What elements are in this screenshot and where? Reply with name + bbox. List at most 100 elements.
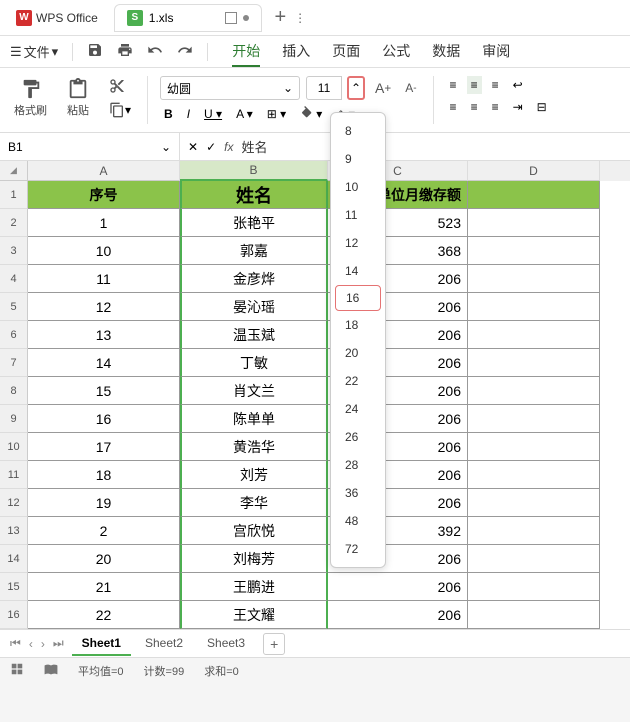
- cell[interactable]: 序号: [28, 181, 180, 209]
- font-size-option[interactable]: 14: [331, 257, 385, 285]
- row-header[interactable]: 16: [0, 601, 28, 629]
- undo-icon[interactable]: [147, 42, 163, 61]
- align-center-icon[interactable]: ≡: [467, 98, 482, 116]
- fx-icon[interactable]: fx: [224, 140, 233, 154]
- row-header[interactable]: 15: [0, 573, 28, 601]
- indent-icon[interactable]: ⇥: [509, 98, 527, 116]
- cell[interactable]: 郭嘉: [180, 237, 328, 265]
- cell[interactable]: 22: [28, 601, 180, 629]
- save-icon[interactable]: [87, 42, 103, 61]
- menu-tab-4[interactable]: 数据: [432, 37, 460, 67]
- cell[interactable]: [468, 265, 600, 293]
- row-header[interactable]: 14: [0, 545, 28, 573]
- sheet-prev-icon[interactable]: ‹: [29, 637, 33, 651]
- font-size-option[interactable]: 24: [331, 395, 385, 423]
- tab-menu-icon[interactable]: ⋮: [294, 11, 306, 25]
- font-size-option[interactable]: 12: [331, 229, 385, 257]
- menu-tab-5[interactable]: 审阅: [482, 37, 510, 67]
- cell[interactable]: 17: [28, 433, 180, 461]
- wrap-text-icon[interactable]: ↩: [509, 76, 527, 94]
- format-painter-button[interactable]: 格式刷: [10, 76, 51, 120]
- font-size-option[interactable]: 10: [331, 173, 385, 201]
- font-name-select[interactable]: 幼圆⌄: [160, 76, 300, 100]
- cell[interactable]: [468, 545, 600, 573]
- cut-icon[interactable]: [105, 76, 129, 96]
- row-header[interactable]: 5: [0, 293, 28, 321]
- align-right-icon[interactable]: ≡: [488, 98, 503, 116]
- add-sheet-button[interactable]: +: [263, 633, 285, 655]
- cell[interactable]: 丁敏: [180, 349, 328, 377]
- font-size-option[interactable]: 9: [331, 145, 385, 173]
- menu-tab-2[interactable]: 页面: [332, 37, 360, 67]
- cell[interactable]: 21: [28, 573, 180, 601]
- merge-icon[interactable]: ⊟: [533, 98, 551, 116]
- cell[interactable]: [468, 573, 600, 601]
- menu-tab-1[interactable]: 插入: [282, 37, 310, 67]
- cell[interactable]: [468, 181, 600, 209]
- cell[interactable]: 宫欣悦: [180, 517, 328, 545]
- row-header[interactable]: 12: [0, 489, 28, 517]
- cell[interactable]: [468, 321, 600, 349]
- font-size-option[interactable]: 26: [331, 423, 385, 451]
- cell[interactable]: [468, 349, 600, 377]
- cell[interactable]: [468, 433, 600, 461]
- bold-icon[interactable]: B: [160, 105, 177, 123]
- paste-button[interactable]: 粘贴: [63, 76, 93, 120]
- cell[interactable]: [468, 209, 600, 237]
- column-header-D[interactable]: D: [468, 161, 600, 181]
- cell[interactable]: 李华: [180, 489, 328, 517]
- cell[interactable]: 16: [28, 405, 180, 433]
- align-left-icon[interactable]: ≡: [446, 98, 461, 116]
- menu-tab-0[interactable]: 开始: [232, 37, 260, 67]
- status-book-icon[interactable]: [44, 662, 58, 679]
- row-header[interactable]: 10: [0, 433, 28, 461]
- align-bottom-icon[interactable]: ≡: [488, 76, 503, 94]
- font-size-option[interactable]: 16: [335, 285, 381, 311]
- cell[interactable]: [468, 293, 600, 321]
- cell[interactable]: 13: [28, 321, 180, 349]
- font-size-option[interactable]: 72: [331, 535, 385, 563]
- cell[interactable]: 金彦烨: [180, 265, 328, 293]
- cell[interactable]: 19: [28, 489, 180, 517]
- cell[interactable]: 20: [28, 545, 180, 573]
- cell[interactable]: [468, 461, 600, 489]
- redo-icon[interactable]: [177, 42, 193, 61]
- font-size-option[interactable]: 36: [331, 479, 385, 507]
- cell[interactable]: 11: [28, 265, 180, 293]
- font-size-option[interactable]: 28: [331, 451, 385, 479]
- cell[interactable]: 206: [328, 573, 468, 601]
- row-header[interactable]: 1: [0, 181, 28, 209]
- cell[interactable]: 肖文兰: [180, 377, 328, 405]
- cell[interactable]: 王鹏进: [180, 573, 328, 601]
- cell[interactable]: 张艳平: [180, 209, 328, 237]
- formula-value[interactable]: 姓名: [241, 137, 267, 156]
- row-header[interactable]: 2: [0, 209, 28, 237]
- cell[interactable]: 刘梅芳: [180, 545, 328, 573]
- cell[interactable]: [468, 517, 600, 545]
- cell[interactable]: 姓名: [180, 181, 328, 209]
- document-tab[interactable]: S 1.xls: [114, 4, 263, 32]
- cell[interactable]: 10: [28, 237, 180, 265]
- cell[interactable]: [468, 237, 600, 265]
- align-top-icon[interactable]: ≡: [446, 76, 461, 94]
- cell[interactable]: 陈单单: [180, 405, 328, 433]
- status-grid-icon[interactable]: [10, 662, 24, 679]
- new-tab-button[interactable]: +: [274, 6, 286, 29]
- cell[interactable]: 黄浩华: [180, 433, 328, 461]
- sheet-tab[interactable]: Sheet3: [197, 632, 255, 656]
- sheet-next-icon[interactable]: ›: [41, 637, 45, 651]
- copy-icon[interactable]: ▾: [105, 100, 135, 120]
- decrease-font-icon[interactable]: A-: [401, 79, 420, 97]
- cell[interactable]: 18: [28, 461, 180, 489]
- cell[interactable]: [468, 377, 600, 405]
- sheet-last-icon[interactable]: ⏭: [53, 636, 64, 651]
- font-size-option[interactable]: 48: [331, 507, 385, 535]
- cell[interactable]: 刘芳: [180, 461, 328, 489]
- font-size-input[interactable]: [306, 76, 342, 100]
- menu-tab-3[interactable]: 公式: [382, 37, 410, 67]
- row-header[interactable]: 6: [0, 321, 28, 349]
- cell[interactable]: 15: [28, 377, 180, 405]
- font-size-option[interactable]: 22: [331, 367, 385, 395]
- row-header[interactable]: 13: [0, 517, 28, 545]
- cell[interactable]: 12: [28, 293, 180, 321]
